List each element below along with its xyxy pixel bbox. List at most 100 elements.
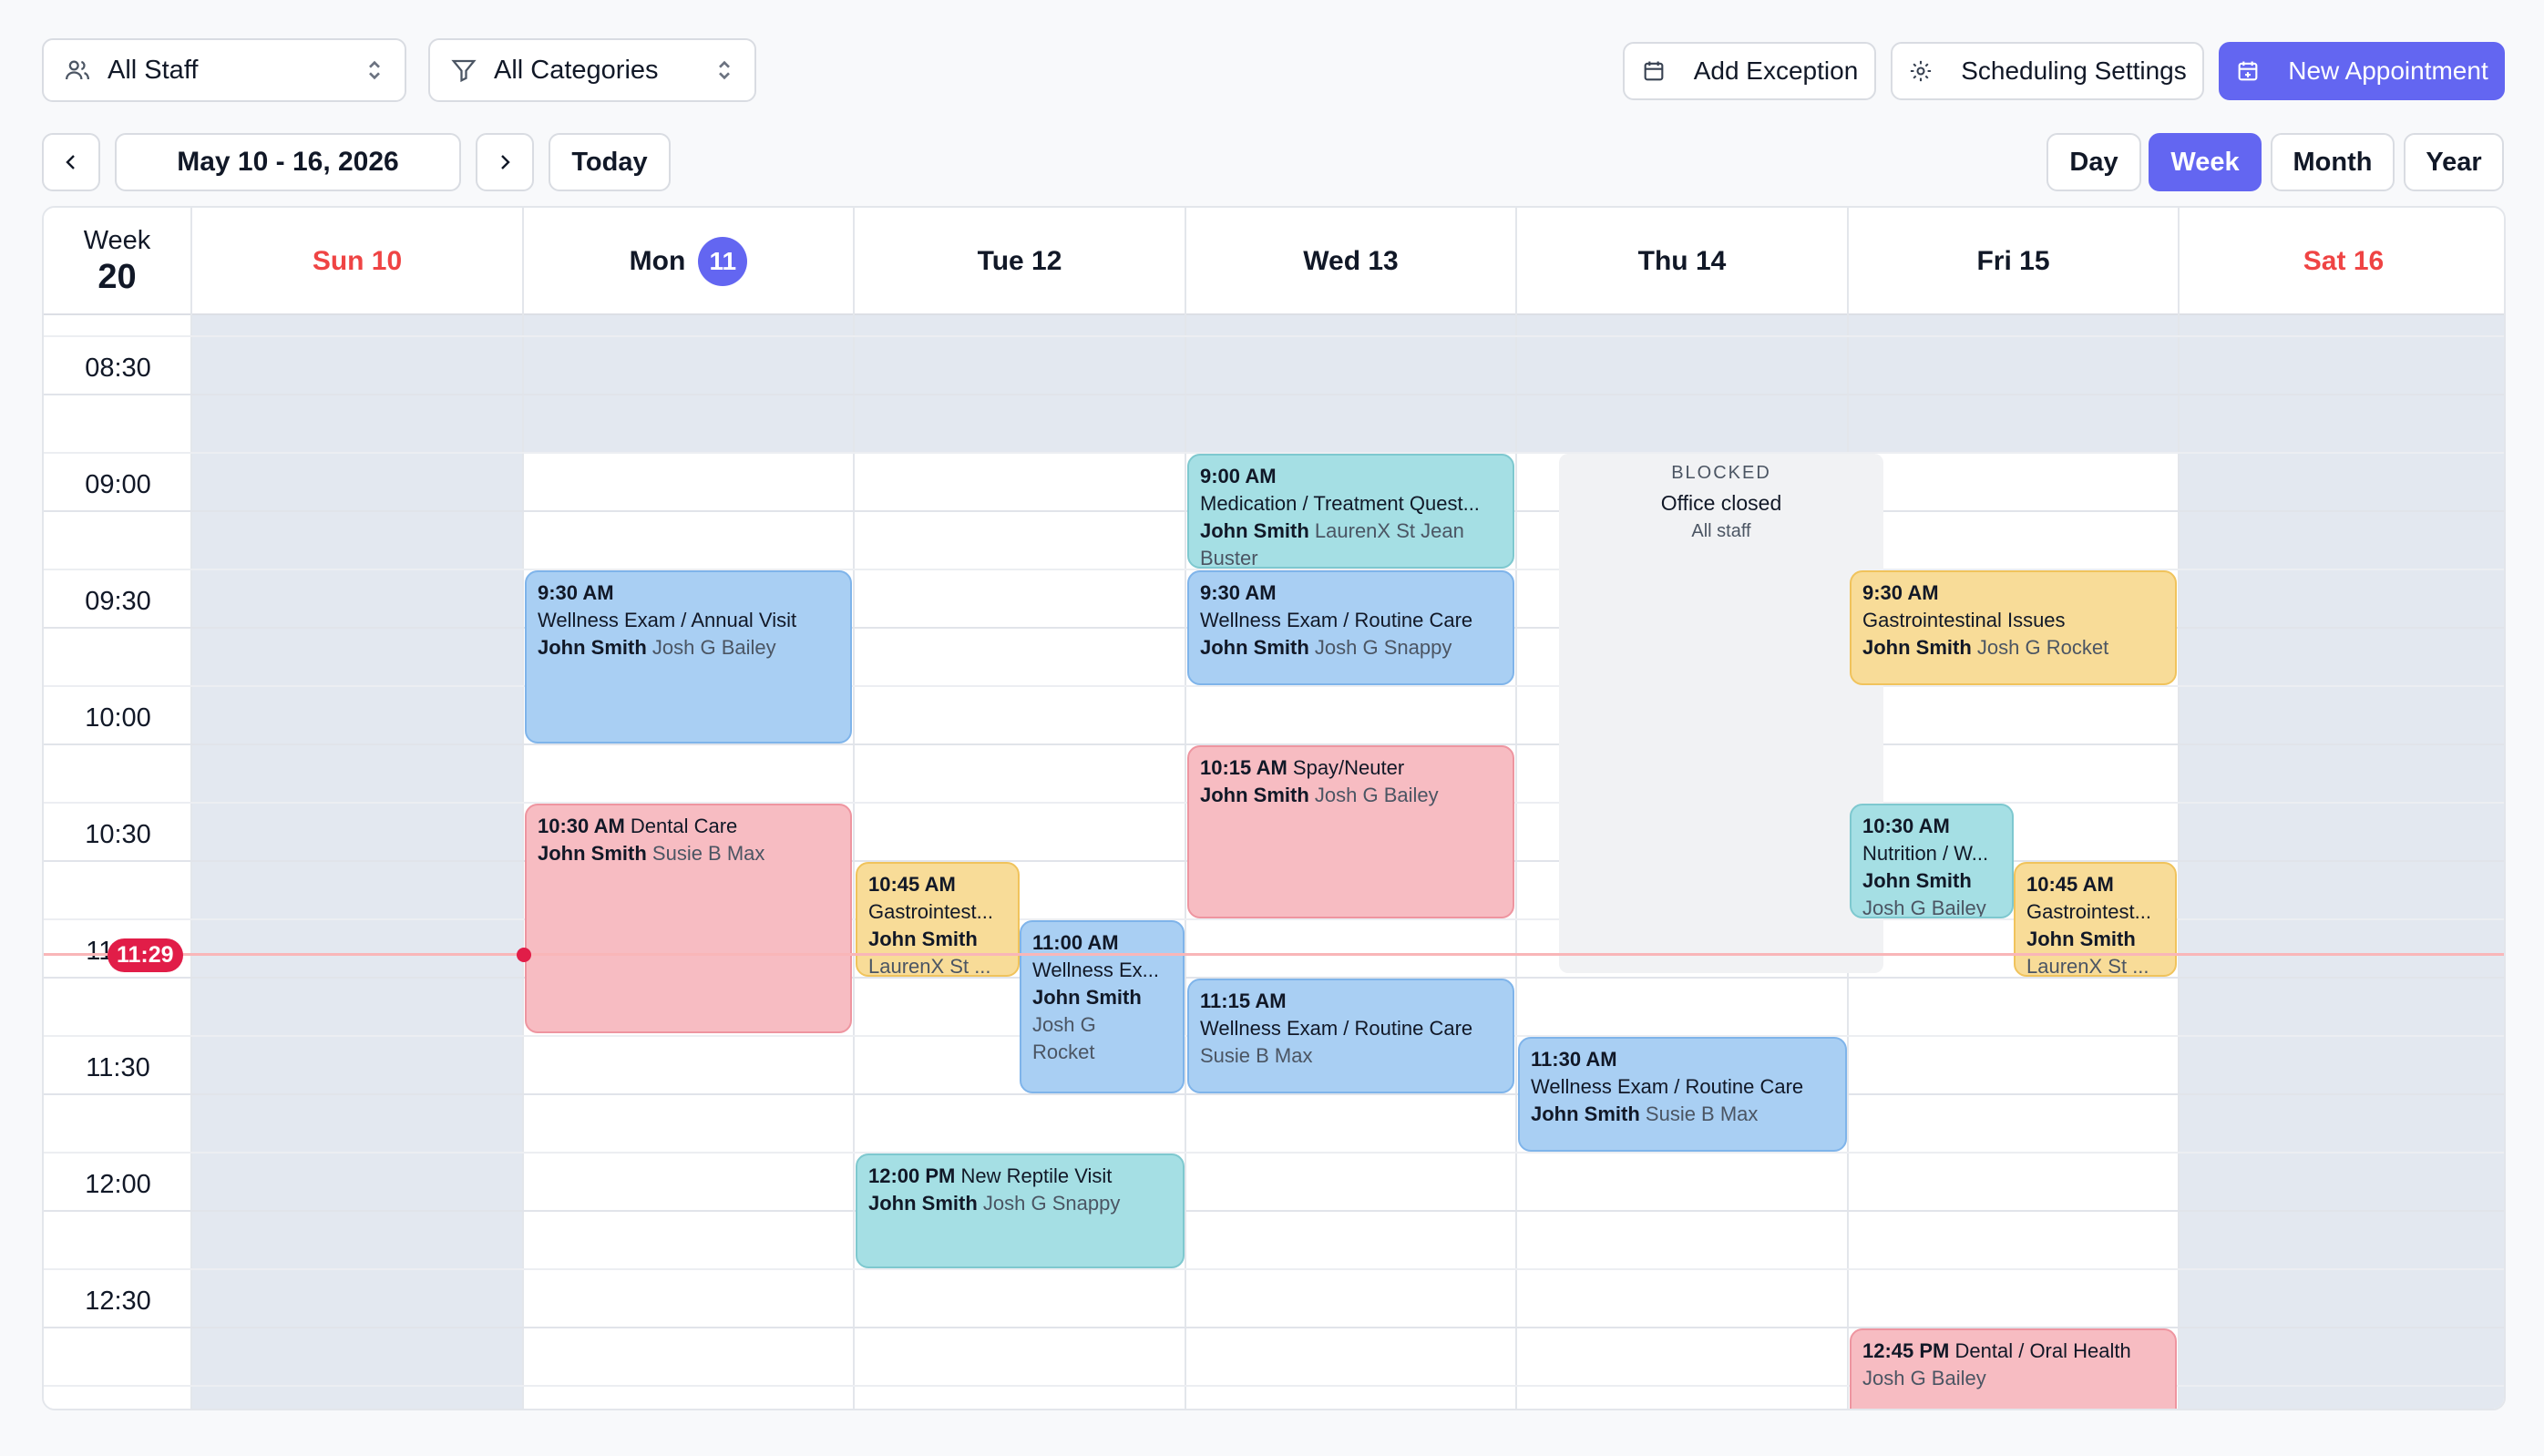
appointment-patient: LaurenX St ... — [868, 955, 991, 977]
appointment-patient: LaurenX St ... — [2026, 955, 2149, 977]
appointment-client: John Smith — [1862, 869, 1972, 892]
day-header-thu[interactable]: Thu 14 — [1517, 208, 1849, 315]
today-label: Today — [571, 147, 648, 177]
category-filter[interactable]: All Categories — [428, 38, 756, 102]
appointment-card[interactable]: 9:30 AM Gastrointestinal Issues John Smi… — [1850, 570, 2177, 685]
week-number: 20 — [97, 258, 137, 296]
blocked-label: BLOCKED — [1671, 463, 1771, 483]
staff-filter[interactable]: All Staff — [42, 38, 406, 102]
appointment-title: Gastrointest... — [868, 900, 993, 923]
appointment-time: 9:30 AM — [538, 581, 614, 604]
appointment-time: 12:00 PM — [868, 1164, 956, 1187]
time-gutter: 08:30 09:00 09:30 10:00 10:30 11:00 11:3… — [44, 315, 192, 1409]
appointment-client: John Smith — [1531, 1102, 1640, 1125]
toolbar: All Staff All Categories Add Exception S… — [0, 0, 2544, 219]
appointment-client: John Smith — [1200, 519, 1309, 542]
add-exception-label: Add Exception — [1693, 56, 1859, 85]
time-label: 11:30 — [86, 1053, 150, 1082]
next-week-button[interactable] — [476, 133, 534, 191]
appointment-patient: Susie B Max — [1200, 1044, 1313, 1067]
appointment-time: 10:45 AM — [2026, 873, 2114, 896]
appointment-time: 9:00 AM — [1200, 465, 1277, 487]
chevron-updown-icon — [719, 60, 730, 80]
appointment-card[interactable]: 9:00 AM Medication / Treatment Quest... … — [1187, 454, 1514, 569]
day-header-label: Mon — [629, 246, 686, 276]
time-label: 09:00 — [85, 470, 151, 499]
date-range-display[interactable]: May 10 - 16, 2026 — [115, 133, 461, 191]
add-exception-button[interactable]: Add Exception — [1623, 42, 1876, 100]
day-header-label: Sat 16 — [2303, 246, 2385, 276]
appointment-card[interactable]: 11:15 AM Wellness Exam / Routine Care Su… — [1187, 979, 1514, 1093]
appointment-patient: LaurenX St Jean — [1314, 519, 1464, 542]
appointment-card[interactable]: 10:45 AM Gastrointest... John Smith Laur… — [856, 862, 1020, 977]
appointment-patient: Josh G — [1032, 1013, 1096, 1036]
day-header-mon[interactable]: Mon 11 — [524, 208, 855, 315]
blocked-slot[interactable]: BLOCKED Office closed All staff — [1559, 454, 1883, 973]
closed-hours — [2180, 315, 2504, 1409]
view-year-button[interactable]: Year — [2404, 133, 2504, 191]
appointment-patient: Josh G Bailey — [1862, 1367, 1986, 1389]
time-label: 12:30 — [85, 1287, 151, 1316]
appointment-client: John Smith — [1032, 986, 1142, 1009]
view-week-label: Week — [2170, 147, 2240, 177]
new-appointment-label: New Appointment — [2288, 56, 2488, 85]
view-month-button[interactable]: Month — [2271, 133, 2395, 191]
calendar-icon — [1644, 61, 1664, 81]
appointment-client: John Smith — [1862, 636, 1972, 659]
day-header-wed[interactable]: Wed 13 — [1186, 208, 1517, 315]
time-label: 09:30 — [85, 587, 151, 616]
time-grid[interactable]: 08:30 09:00 09:30 10:00 10:30 11:00 11:3… — [44, 315, 2504, 1409]
day-header-tue[interactable]: Tue 12 — [855, 208, 1186, 315]
chevron-right-icon — [501, 155, 510, 169]
appointment-client: John Smith — [1200, 784, 1309, 806]
view-week-button[interactable]: Week — [2149, 133, 2262, 191]
view-day-button[interactable]: Day — [2046, 133, 2141, 191]
grid-line — [44, 335, 2504, 337]
appointment-client: John Smith — [2026, 928, 2136, 950]
appointment-card[interactable]: 12:00 PM New Reptile Visit John Smith Jo… — [856, 1154, 1185, 1268]
calendar-plus-icon — [2238, 61, 2258, 81]
appointment-title: Wellness Exam / Routine Care — [1200, 1017, 1473, 1040]
scheduling-settings-button[interactable]: Scheduling Settings — [1891, 42, 2204, 100]
appointment-title: Spay/Neuter — [1292, 756, 1405, 779]
appointment-client: John Smith — [868, 1192, 978, 1215]
appointment-patient: Rocket — [1032, 1041, 1095, 1063]
day-header-fri[interactable]: Fri 15 — [1849, 208, 2180, 315]
day-column-sun[interactable] — [192, 315, 524, 1409]
grid-line — [44, 1093, 2504, 1095]
appointment-card[interactable]: 10:15 AM Spay/Neuter John Smith Josh G B… — [1187, 745, 1514, 918]
time-label: 08:30 — [85, 354, 151, 383]
appointment-card[interactable]: 9:30 AM Wellness Exam / Annual Visit Joh… — [525, 570, 852, 743]
appointment-time: 10:30 AM — [1862, 815, 1950, 837]
appointment-title: Dental / Oral Health — [1954, 1339, 2131, 1362]
appointment-card[interactable]: 11:30 AM Wellness Exam / Routine Care Jo… — [1518, 1037, 1847, 1152]
day-header-label: Wed 13 — [1303, 246, 1399, 276]
appointment-title: Gastrointest... — [2026, 900, 2151, 923]
prev-week-button[interactable] — [42, 133, 100, 191]
appointment-card[interactable]: 10:30 AM Dental Care John Smith Susie B … — [525, 804, 852, 1033]
day-header-label: Fri 15 — [1976, 246, 2050, 276]
appointment-card[interactable]: 10:30 AM Nutrition / W... John Smith Jos… — [1850, 804, 2014, 918]
appointment-card[interactable]: 12:45 PM Dental / Oral Health Josh G Bai… — [1850, 1328, 2177, 1409]
appointment-client: John Smith — [538, 636, 647, 659]
appointment-title: Dental Care — [630, 815, 738, 837]
appointment-title: Wellness Exam / Annual Visit — [538, 609, 797, 631]
appointment-card[interactable]: 9:30 AM Wellness Exam / Routine Care Joh… — [1187, 570, 1514, 685]
appointment-card[interactable]: 11:00 AM Wellness Ex... John Smith Josh … — [1020, 920, 1185, 1093]
new-appointment-button[interactable]: New Appointment — [2219, 42, 2505, 100]
appointment-patient: Josh G Bailey — [1862, 897, 1986, 918]
day-header-label: Sun 10 — [312, 246, 403, 276]
today-button[interactable]: Today — [549, 133, 671, 191]
grid-line — [44, 1268, 2504, 1270]
week-label: Week — [83, 226, 151, 255]
appointment-time: 11:30 AM — [1531, 1048, 1617, 1071]
day-header-sun[interactable]: Sun 10 — [192, 208, 524, 315]
appointment-title: Nutrition / W... — [1862, 842, 1989, 865]
day-header-label: Thu 14 — [1637, 246, 1727, 276]
appointment-card[interactable]: 10:45 AM Gastrointest... John Smith Laur… — [2014, 862, 2177, 977]
appointment-client: John Smith — [538, 842, 647, 865]
day-column-sat[interactable] — [2180, 315, 2504, 1409]
view-day-label: Day — [2069, 147, 2118, 177]
appointment-patient: Josh G Snappy — [1314, 636, 1452, 659]
day-header-sat[interactable]: Sat 16 — [2180, 208, 2504, 315]
